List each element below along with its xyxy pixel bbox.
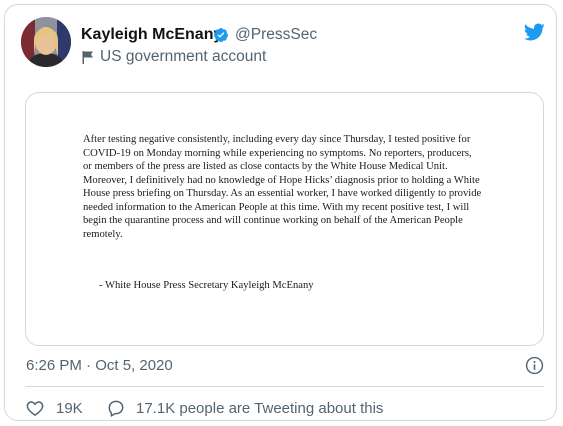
info-icon[interactable]: [525, 356, 544, 375]
twitter-bird-icon[interactable]: [521, 21, 547, 43]
conversation-link[interactable]: 17.1K people are Tweeting about this: [106, 398, 383, 418]
tweet-timestamp[interactable]: 6:26 PM · Oct 5, 2020: [26, 357, 173, 374]
flag-icon: [82, 51, 93, 64]
government-account-label: US government account: [100, 48, 267, 65]
tweet-card: Kayleigh McEnany @PressSec US government…: [4, 4, 557, 421]
statement-text: After testing negative consistently, inc…: [83, 134, 482, 240]
author-handle[interactable]: @PressSec: [235, 26, 317, 44]
statement-signature: - White House Press Secretary Kayleigh M…: [99, 280, 314, 291]
speech-bubble-icon: [108, 400, 124, 417]
divider: [25, 386, 544, 387]
like-button[interactable]: 19K: [25, 398, 83, 418]
like-count: 19K: [56, 399, 83, 417]
tweet-image[interactable]: After testing negative consistently, inc…: [25, 92, 544, 346]
heart-icon: [26, 401, 44, 416]
verified-badge-icon: [213, 28, 228, 42]
avatar-image: [21, 17, 71, 67]
avatar[interactable]: [21, 17, 71, 67]
author-name[interactable]: Kayleigh McEnany: [81, 26, 222, 44]
tweeting-about-text: 17.1K people are Tweeting about this: [136, 399, 384, 417]
